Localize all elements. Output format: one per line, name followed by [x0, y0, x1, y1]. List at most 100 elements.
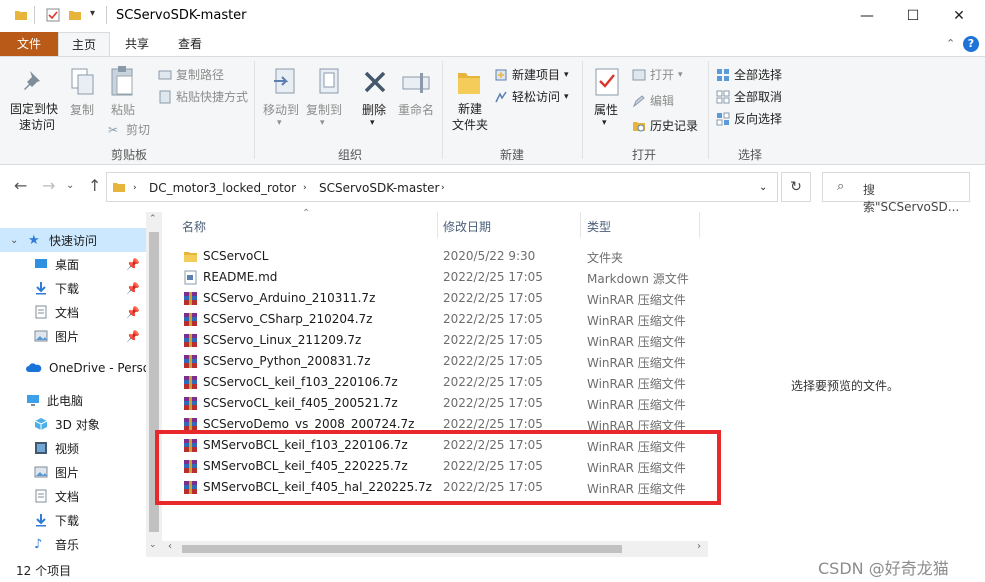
invert-selection-button[interactable]: 反向选择	[716, 110, 782, 127]
item-count: 12 个项目	[16, 564, 72, 578]
file-list: ⌃ 名称 修改日期 类型 SCServoCL 2020/5/22 9:30 文件夹 R…	[162, 208, 708, 557]
sidebar-item-3d-objects[interactable]: 3D 对象	[0, 412, 146, 436]
sidebar-item-pictures[interactable]: 图片 📌	[0, 324, 146, 348]
history-button[interactable]: 历史记录	[632, 117, 698, 134]
folder-icon[interactable]	[14, 8, 28, 22]
column-header-name[interactable]: 名称	[182, 218, 206, 235]
sidebar-item-videos[interactable]: 视频	[0, 436, 146, 460]
pictures-icon	[34, 466, 48, 478]
delete-button[interactable]: 删除 ▾	[362, 101, 386, 128]
minimize-button[interactable]: —	[844, 0, 890, 32]
preview-pane-message: 选择要预览的文件。	[791, 379, 900, 393]
paste-shortcut-button[interactable]: 粘贴快捷方式	[158, 88, 248, 105]
breadcrumb-scservosdk[interactable]: SCServoSDK-master	[319, 181, 440, 195]
sidebar-item-quick-access[interactable]: ⌄ ★ 快速访问	[0, 228, 146, 252]
select-none-button[interactable]: 全部取消	[716, 88, 782, 105]
open-button[interactable]: 打开 ▾	[632, 66, 683, 83]
new-item-button[interactable]: 新建项目 ▾	[494, 66, 569, 83]
close-button[interactable]: ✕	[936, 0, 982, 32]
tab-view[interactable]: 查看	[165, 32, 215, 56]
rename-button[interactable]: 重命名	[398, 101, 434, 118]
winrar-archive-icon	[184, 355, 197, 368]
divider	[34, 6, 35, 24]
file-date: 2022/2/25 17:05	[443, 417, 543, 431]
file-row[interactable]: README.md 2022/2/25 17:05 Markdown 源文件	[176, 267, 706, 288]
back-arrow-icon[interactable]: ←	[14, 176, 27, 195]
sidebar-item-pictures-pc[interactable]: 图片	[0, 460, 146, 484]
file-row[interactable]: SCServo_CSharp_210204.7z 2022/2/25 17:05 W…	[176, 309, 706, 330]
column-header-date[interactable]: 修改日期	[443, 218, 491, 235]
scissors-icon: ✂	[108, 122, 119, 137]
file-type: 文件夹	[587, 251, 624, 265]
sidebar-item-music[interactable]: ♪ 音乐	[0, 532, 146, 556]
file-type: WinRAR 压缩文件	[587, 335, 686, 349]
file-row[interactable]: SCServo_Linux_211209.7z 2022/2/25 17:05 Wi…	[176, 330, 706, 351]
sort-ascending-icon: ⌃	[302, 208, 311, 219]
open-icon	[632, 69, 646, 80]
new-folder-icon[interactable]	[68, 8, 82, 22]
copy-path-button[interactable]: 复制路径	[158, 66, 224, 83]
customize-quick-access-icon[interactable]: ▾	[90, 8, 95, 19]
up-arrow-icon[interactable]: ↑	[88, 176, 101, 195]
sidebar-label: 文档	[55, 489, 80, 504]
refresh-button[interactable]: ↻	[781, 172, 811, 202]
sidebar-item-documents[interactable]: 文档 📌	[0, 300, 146, 324]
new-group-label: 新建	[499, 148, 524, 162]
tab-share[interactable]: 共享	[112, 32, 162, 56]
recent-locations-chevron-icon[interactable]: ⌄	[66, 180, 74, 191]
easy-access-button[interactable]: 轻松访问 ▾	[494, 88, 569, 105]
column-header-type[interactable]: 类型	[587, 218, 611, 235]
move-to-button[interactable]: 移动到 ▾	[263, 101, 299, 128]
column-separator[interactable]	[580, 212, 581, 238]
scroll-left-arrow-icon[interactable]: ‹	[168, 541, 172, 552]
file-row[interactable]: SCServoCL_keil_f405_200521.7z 2022/2/25 1…	[176, 393, 706, 414]
sidebar-label: 此电脑	[47, 393, 84, 408]
sidebar-item-downloads-pc[interactable]: 下载	[0, 508, 146, 532]
sidebar-item-downloads[interactable]: 下载 📌	[0, 276, 146, 300]
computer-icon	[27, 395, 39, 406]
file-row[interactable]: SCServo_Python_200831.7z 2022/2/25 17:05 W…	[176, 351, 706, 372]
file-row[interactable]: SCServo_Arduino_210311.7z 2022/2/25 17:05…	[176, 288, 706, 309]
tab-home[interactable]: 主页	[58, 32, 110, 56]
scroll-down-arrow-icon[interactable]: ⌄	[149, 540, 157, 550]
select-all-button[interactable]: 全部选择	[716, 66, 782, 83]
sidebar-item-onedrive[interactable]: OneDrive - Perso	[0, 356, 146, 380]
file-row[interactable]: SCServoCL 2020/5/22 9:30 文件夹	[176, 246, 706, 267]
winrar-archive-icon	[184, 292, 197, 305]
scroll-up-arrow-icon[interactable]: ⌃	[149, 214, 157, 224]
chevron-up-icon[interactable]: ⌃	[946, 37, 955, 50]
file-row[interactable]: SCServoCL_keil_f103_220106.7z 2022/2/25 1…	[176, 372, 706, 393]
scroll-right-arrow-icon[interactable]: ›	[697, 541, 701, 552]
chevron-down-icon: ⌄	[10, 234, 19, 246]
copy-to-button[interactable]: 复制到 ▾	[306, 101, 342, 128]
sidebar-item-documents-pc[interactable]: 文档	[0, 484, 146, 508]
edit-button[interactable]: 编辑	[632, 92, 674, 109]
properties-button[interactable]: 属性 ▾	[594, 101, 618, 128]
cut-button[interactable]: ✂ 剪切	[108, 121, 150, 138]
folder-icon	[113, 183, 125, 192]
tab-file[interactable]: 文件	[0, 32, 58, 56]
forward-arrow-icon[interactable]: →	[42, 176, 55, 195]
pin-icon	[24, 71, 40, 90]
sidebar-item-desktop[interactable]: 桌面 📌	[0, 252, 146, 276]
pin-quick-access-button[interactable]: 固定到快 速访问	[10, 101, 58, 133]
address-dropdown-chevron-icon[interactable]: ⌄	[759, 182, 767, 193]
properties-check-icon[interactable]	[46, 8, 60, 22]
paste-icon	[111, 66, 133, 96]
copy-button[interactable]: 复制	[70, 101, 94, 118]
help-icon[interactable]: ?	[963, 36, 979, 52]
file-name: SCServo_Arduino_210311.7z	[203, 291, 376, 305]
column-separator[interactable]	[437, 212, 438, 238]
maximize-button[interactable]: ☐	[890, 0, 936, 32]
paste-button[interactable]: 粘贴	[111, 101, 135, 118]
address-bar[interactable]: › DC_motor3_locked_rotor › SCServoSDK-ma…	[106, 172, 778, 202]
breadcrumb-dc-motor[interactable]: DC_motor3_locked_rotor	[149, 181, 296, 195]
sidebar-item-this-pc[interactable]: 此电脑	[0, 388, 146, 412]
file-name: SCServoCL	[203, 249, 269, 263]
chevron-down-icon: ▾	[564, 69, 569, 80]
horizontal-scrollbar-thumb[interactable]	[182, 545, 622, 553]
new-folder-button[interactable]: 新建 文件夹	[452, 101, 488, 133]
new-item-label: 新建项目	[512, 68, 561, 82]
search-input[interactable]: ⌕ 搜索"SCServoSD...	[822, 172, 970, 214]
column-separator[interactable]	[699, 212, 700, 238]
